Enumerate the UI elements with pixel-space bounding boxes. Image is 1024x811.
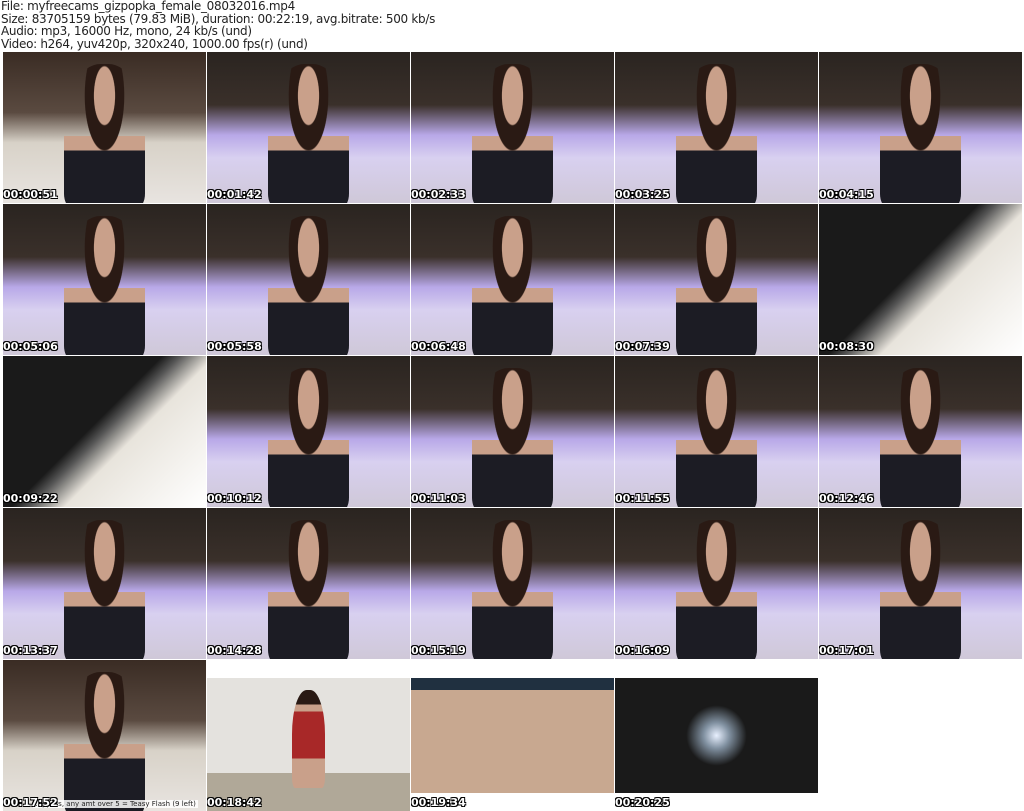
timestamp-label: 00:09:22 (3, 492, 58, 505)
thumbnail-frame[interactable]: 00:12:46 (819, 356, 1022, 507)
thumbnail-frame[interactable]: 00:16:09 (615, 508, 818, 659)
video-info: Video: h264, yuv420p, 320x240, 1000.00 f… (1, 36, 308, 51)
frame-image (686, 705, 747, 766)
timestamp-label: 00:06:48 (411, 340, 466, 353)
timestamp-label: 00:11:03 (411, 492, 466, 505)
thumbnail-frame[interactable]: 00:13:37 (3, 508, 206, 659)
frame-image (675, 64, 758, 203)
timestamp-label: 00:02:33 (411, 188, 466, 201)
thumbnail-frame[interactable]: 00:06:48 (411, 204, 614, 355)
frame-image (471, 216, 554, 355)
frame-image (675, 368, 758, 507)
timestamp-label: 00:17:01 (819, 644, 874, 657)
timestamp-label: 00:04:15 (819, 188, 874, 201)
thumbnail-frame[interactable]: 00:11:03 (411, 356, 614, 507)
frame-image (471, 368, 554, 507)
timestamp-label: 00:18:42 (207, 796, 262, 809)
frame-image (63, 672, 146, 811)
file-info-header: File: myfreecams_gizpopka_female_0803201… (1, 0, 435, 50)
thumbnail-frame[interactable]: 00:02:33 (411, 52, 614, 203)
file-name: File: myfreecams_gizpopka_female_0803201… (1, 0, 295, 13)
timestamp-label: 00:17:52 (3, 796, 58, 809)
frame-image (267, 64, 350, 203)
thumbnail-frame[interactable]: 00:05:06 (3, 204, 206, 355)
thumbnail-frame[interactable]: 00:09:22 (3, 356, 206, 507)
frame-image (675, 520, 758, 659)
frame-image (267, 520, 350, 659)
frame-image (471, 64, 554, 203)
frame-image (292, 690, 325, 789)
thumbnail-frame[interactable]: 00:03:25 (615, 52, 818, 203)
thumbnail-frame[interactable]: 00:18:42 (207, 660, 410, 811)
thumbnail-frame[interactable]: 00:05:58 (207, 204, 410, 355)
timestamp-label: 00:08:30 (819, 340, 874, 353)
thumbnail-frame[interactable]: 00:10:12 (207, 356, 410, 507)
timestamp-label: 00:12:46 (819, 492, 874, 505)
timestamp-label: 00:05:58 (207, 340, 262, 353)
timestamp-label: 00:19:34 (411, 796, 466, 809)
timestamp-label: 00:20:25 (615, 796, 670, 809)
thumbnail-frame[interactable]: 00:15:19 (411, 508, 614, 659)
frame-image (267, 368, 350, 507)
thumbnail-frame[interactable]: 00:00:51 (3, 52, 206, 203)
frame-image (879, 520, 962, 659)
timestamp-label: 00:03:25 (615, 188, 670, 201)
timestamp-label: 00:05:06 (3, 340, 58, 353)
thumbnail-frame[interactable]: 00:07:39 (615, 204, 818, 355)
timestamp-label: 00:00:51 (3, 188, 58, 201)
frame-image (879, 64, 962, 203)
thumbnail-frame[interactable]: 00:08:30 (819, 204, 1022, 355)
thumbnail-frame[interactable]: 00:14:28 (207, 508, 410, 659)
frame-image (879, 368, 962, 507)
timestamp-label: 00:15:19 (411, 644, 466, 657)
frame-image (63, 216, 146, 355)
frame-caption: ...ppers, any amt over 5 = Teasy Flash (… (33, 800, 198, 808)
thumbnail-frame[interactable]: 00:01:42 (207, 52, 410, 203)
thumbnail-frame[interactable]: 00:04:15 (819, 52, 1022, 203)
thumbnail-frame[interactable]: 00:17:01 (819, 508, 1022, 659)
frame-image (267, 216, 350, 355)
thumbnail-grid: 00:00:51 00:01:42 00:02:33 00:03:25 00:04:15… (3, 52, 1022, 811)
frame-image (63, 64, 146, 203)
audio-info: Audio: mp3, 16000 Hz, mono, 24 kb/s (und… (1, 24, 252, 38)
timestamp-label: 00:01:42 (207, 188, 262, 201)
thumbnail-frame[interactable]: ...ppers, any amt over 5 = Teasy Flash (… (3, 660, 206, 811)
thumbnail-frame[interactable]: 00:20:25 (615, 660, 818, 811)
thumbnail-frame[interactable]: 00:19:34 (411, 660, 614, 811)
timestamp-label: 00:11:55 (615, 492, 670, 505)
empty-slot (819, 660, 1022, 811)
timestamp-label: 00:14:28 (207, 644, 262, 657)
timestamp-label: 00:10:12 (207, 492, 262, 505)
thumbnail-frame[interactable]: 00:11:55 (615, 356, 818, 507)
timestamp-label: 00:16:09 (615, 644, 670, 657)
frame-image (63, 520, 146, 659)
frame-image (471, 520, 554, 659)
frame-image (675, 216, 758, 355)
timestamp-label: 00:07:39 (615, 340, 670, 353)
timestamp-label: 00:13:37 (3, 644, 58, 657)
